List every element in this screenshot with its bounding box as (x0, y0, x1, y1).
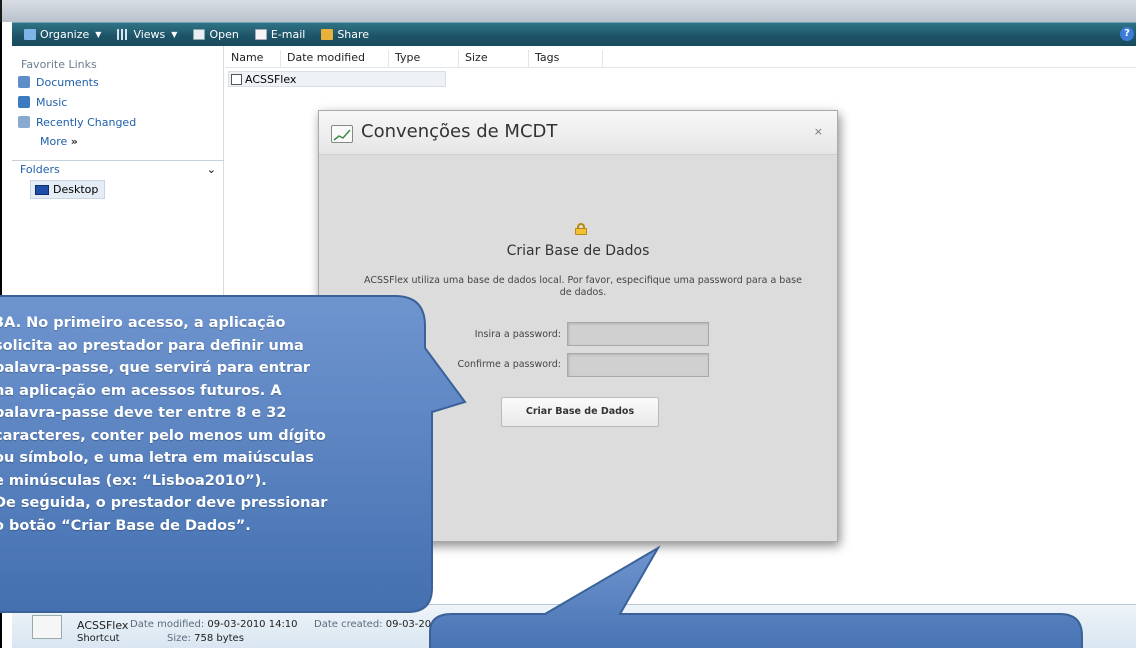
callout-line: solicita ao prestador para definir uma (0, 337, 304, 354)
callout-line: caracteres, conter pelo menos um dígito (0, 427, 326, 444)
callout-line: De seguida, o prestador deve pressionar (0, 495, 328, 511)
callout-line: ou símbolo, e uma letra em maiúsculas (0, 450, 314, 466)
screen: Organize ▼ Views ▼ Open E-mail Share ? F… (0, 0, 1136, 648)
callout-bubble-bottom (429, 545, 1083, 648)
callout-line: 3A. No primeiro acesso, a aplicação (0, 315, 286, 331)
callout-line: e minúsculas (ex: “Lisboa2010”). (0, 472, 267, 489)
callout-line: palavra-passe, que servirá para entrar (0, 360, 311, 376)
callout-instruction-text: 3A. No primeiro acesso, a aplicação soli… (0, 312, 424, 537)
callout-line: na aplicação em acessos futuros. A (0, 382, 282, 399)
callout-line: o botão “Criar Base de Dados”. (0, 517, 251, 534)
callout-line: palavra-passe deve ter entre 8 e 32 (0, 405, 287, 421)
